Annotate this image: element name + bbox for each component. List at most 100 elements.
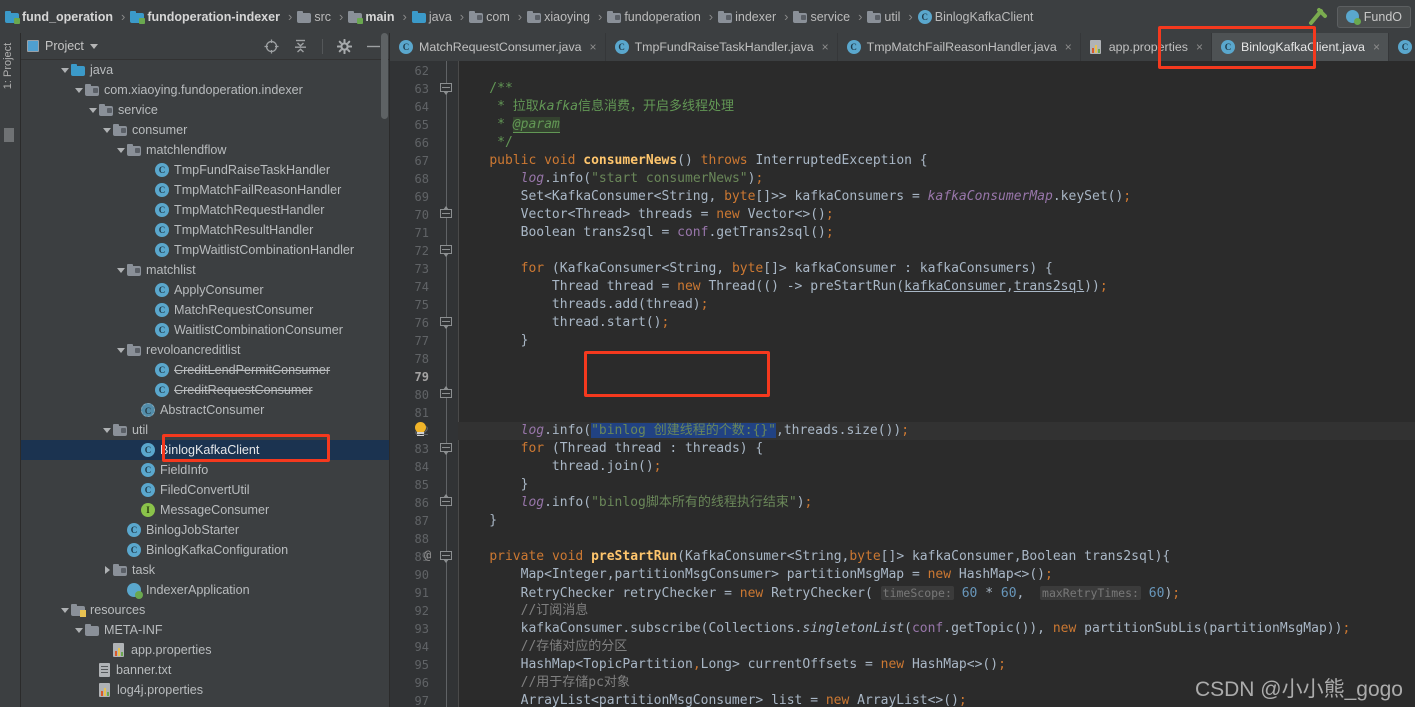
breadcrumb-item-src[interactable]: src (296, 0, 335, 33)
line-number: 88 (414, 532, 429, 546)
tree-item-creditlendpermitconsumer[interactable]: C CreditLendPermitConsumer (21, 360, 389, 380)
editor-tab-matchrequestconsumer-java[interactable]: C MatchRequestConsumer.java × (390, 33, 606, 61)
tree-item-com-xiaoying-fundoperation-indexer[interactable]: com.xiaoying.fundoperation.indexer (21, 80, 389, 100)
tree-item-resources[interactable]: resources (21, 600, 389, 620)
line-number: 74 (414, 280, 429, 294)
breadcrumb-item-java[interactable]: java (411, 0, 456, 33)
tree-item-tmpwaitlistcombinationhandler[interactable]: C TmpWaitlistCombinationHandler (21, 240, 389, 260)
chevron-right-icon[interactable] (101, 560, 113, 580)
intention-bulb-icon[interactable] (414, 422, 427, 437)
breadcrumb-item-main[interactable]: main (347, 0, 398, 33)
editor-tab-app-properties[interactable]: app.properties × (1081, 33, 1212, 61)
tree-item-filedconvertutil[interactable]: C FiledConvertUtil (21, 480, 389, 500)
close-icon[interactable]: × (1373, 40, 1380, 54)
chevron-down-icon[interactable] (73, 620, 85, 640)
breadcrumb-item-service[interactable]: service (792, 0, 854, 33)
editor-gutter[interactable]: 62 63 64 65 66 67 68 69 70 71 72 73 74 75 76 77 78 79 80 81… (390, 61, 436, 707)
tree-item-matchlist[interactable]: matchlist (21, 260, 389, 280)
tree-item-indexerapplication[interactable]: IndexerApplication (21, 580, 389, 600)
tree-item-log4j-properties[interactable]: log4j.properties (21, 680, 389, 700)
fold-region-start-icon[interactable] (440, 443, 453, 456)
breadcrumb-item-label: java (428, 9, 452, 24)
tree-item-messageconsumer[interactable]: I MessageConsumer (21, 500, 389, 520)
fold-region-end-icon[interactable] (440, 386, 453, 402)
tree-item-label: TmpWaitlistCombinationHandler (174, 243, 355, 257)
tree-item-consumer[interactable]: consumer (21, 120, 389, 140)
chevron-down-icon[interactable] (59, 600, 71, 620)
code-editor[interactable]: 62 63 64 65 66 67 68 69 70 71 72 73 74 75 76 77 78 79 80 81… (390, 61, 1415, 707)
chevron-down-icon[interactable] (59, 60, 71, 80)
tree-item-app-properties[interactable]: app.properties (21, 640, 389, 660)
chevron-down-icon[interactable] (87, 100, 99, 120)
chevron-down-icon[interactable] (115, 260, 127, 280)
tree-item-util[interactable]: util (21, 420, 389, 440)
collapse-all-icon[interactable] (293, 39, 308, 54)
tree-item-meta-inf[interactable]: META-INF (21, 620, 389, 640)
tree-item-abstractconsumer[interactable]: C AbstractConsumer (21, 400, 389, 420)
chevron-down-icon[interactable] (115, 140, 127, 160)
tree-item-creditrequestconsumer[interactable]: C CreditRequestConsumer (21, 380, 389, 400)
tree-item-applyconsumer[interactable]: C ApplyConsumer (21, 280, 389, 300)
breadcrumb-item-fundoperation-indexer[interactable]: fundoperation-indexer (129, 0, 284, 33)
fold-region-method-icon[interactable] (440, 551, 453, 564)
editor-tab-tmpfundraisetaskhandler-java[interactable]: C TmpFundRaiseTaskHandler.java × (606, 33, 838, 61)
close-icon[interactable]: × (822, 40, 829, 54)
breadcrumb-item-binlogkafkaclient[interactable]: C BinlogKafkaClient (917, 0, 1038, 33)
tree-item-tmpmatchrequesthandler[interactable]: C TmpMatchRequestHandler (21, 200, 389, 220)
breadcrumb-item-fund-operation[interactable]: fund_operation (4, 0, 117, 33)
fold-region-start-icon[interactable] (440, 83, 453, 96)
run-configuration-selector[interactable]: FundO (1336, 5, 1411, 28)
breadcrumb-item-com[interactable]: com (468, 0, 514, 33)
tree-item-tmpmatchfailreasonhandler[interactable]: C TmpMatchFailReasonHandler (21, 180, 389, 200)
project-tree-scrollbar[interactable] (381, 33, 388, 119)
tree-item-fieldinfo[interactable]: C FieldInfo (21, 460, 389, 480)
spring-boot-icon (1345, 10, 1361, 25)
code-text-area[interactable]: /** * 拉取kafka信息消费，开启多线程处理 * @param */ pu… (424, 61, 1415, 707)
fold-region-end-icon-2[interactable] (440, 497, 453, 510)
code-folding-gutter[interactable] (436, 61, 458, 707)
close-icon[interactable]: × (1065, 40, 1072, 54)
hide-minimize-icon[interactable] (366, 39, 381, 54)
chevron-down-icon[interactable] (101, 120, 113, 140)
editor-tab-tmpmatchfailreasonhandler-java[interactable]: C TmpMatchFailReasonHandler.java × (838, 33, 1081, 61)
tree-item-tmpfundraisetaskhandler[interactable]: C TmpFundRaiseTaskHandler (21, 160, 389, 180)
project-file-tree[interactable]: java com.xiaoying.fundoperation.indexer se… (21, 60, 389, 707)
tree-item-tmpmatchresulthandler[interactable]: C TmpMatchResultHandler (21, 220, 389, 240)
close-icon[interactable]: × (1196, 40, 1203, 54)
chevron-down-icon[interactable] (115, 340, 127, 360)
hammer-icon[interactable] (1307, 7, 1329, 27)
tree-item-matchlendflow[interactable]: matchlendflow (21, 140, 389, 160)
close-icon[interactable]: × (590, 40, 597, 54)
line-number: 63 (414, 82, 429, 96)
fold-region-start-icon[interactable] (440, 317, 453, 330)
fold-region-end-icon[interactable] (440, 206, 453, 222)
chevron-down-icon[interactable] (101, 420, 113, 440)
breadcrumb-item-xiaoying[interactable]: xiaoying (526, 0, 594, 33)
tree-item-revoloancreditlist[interactable]: revoloancreditlist (21, 340, 389, 360)
breadcrumb-item-indexer[interactable]: indexer (717, 0, 780, 33)
tree-item-java[interactable]: java (21, 60, 389, 80)
tree-item-binlogjobstarter[interactable]: C BinlogJobStarter (21, 520, 389, 540)
tree-item-service[interactable]: service (21, 100, 389, 120)
fold-region-start-icon[interactable] (440, 245, 453, 258)
tree-item-task[interactable]: task (21, 560, 389, 580)
tree-item-label: FiledConvertUtil (160, 483, 250, 497)
editor-tab-applyconsu[interactable]: CApplyConsu× (1389, 33, 1415, 61)
sidebar-tab-project[interactable]: 1: Project (2, 36, 20, 96)
tree-item-binlogkafkaclient[interactable]: C BinlogKafkaClient (21, 440, 389, 460)
tree-item-matchrequestconsumer[interactable]: C MatchRequestConsumer (21, 300, 389, 320)
tree-item-banner-txt[interactable]: banner.txt (21, 660, 389, 680)
tree-item-waitlistcombinationconsumer[interactable]: C WaitlistCombinationConsumer (21, 320, 389, 340)
line-number: 96 (414, 676, 429, 690)
tree-item-binlogkafkaconfiguration[interactable]: C BinlogKafkaConfiguration (21, 540, 389, 560)
project-view-selector[interactable]: Project (27, 39, 98, 53)
locate-target-icon[interactable] (264, 39, 279, 54)
line-number: 80 (414, 388, 429, 402)
editor-tab-binlogkafkaclient-java[interactable]: C BinlogKafkaClient.java × (1211, 33, 1389, 61)
chevron-down-icon[interactable] (73, 80, 85, 100)
breadcrumb-item-fundoperation[interactable]: fundoperation (606, 0, 704, 33)
settings-gear-icon[interactable] (336, 38, 353, 54)
breadcrumb-item-util[interactable]: util (866, 0, 904, 33)
chevron-down-icon[interactable] (89, 43, 98, 49)
